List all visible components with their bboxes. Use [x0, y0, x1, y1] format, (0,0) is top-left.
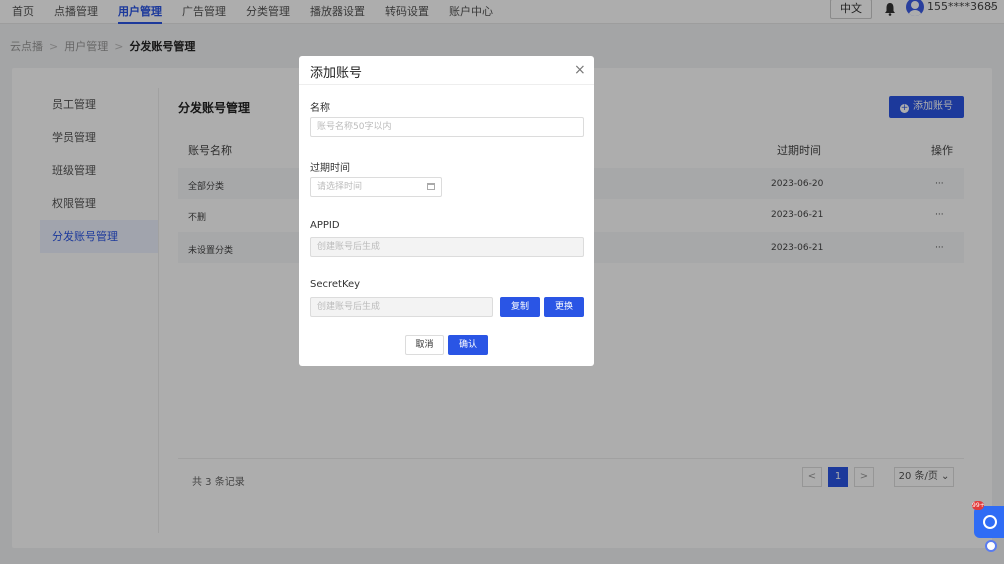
add-account-dialog: 添加账号 × 名称 账号名称50字以内 过期时间 请选择时间 APPID 创建账…: [299, 56, 594, 366]
assistant-logo-icon[interactable]: [985, 540, 997, 552]
notification-badge: 99+: [972, 501, 985, 510]
secretkey-input: 创建账号后生成: [310, 297, 493, 317]
dialog-title: 添加账号: [310, 66, 363, 81]
chat-icon: [983, 515, 997, 529]
expire-label: 过期时间: [310, 163, 350, 174]
appid-label: APPID: [310, 220, 340, 231]
replace-button[interactable]: 更换: [544, 297, 584, 317]
calendar-icon: [427, 183, 435, 190]
cancel-button[interactable]: 取消: [405, 335, 444, 355]
confirm-button[interactable]: 确认: [448, 335, 488, 355]
secretkey-label: SecretKey: [310, 279, 361, 290]
dialog-divider: [299, 84, 594, 85]
appid-input: 创建账号后生成: [310, 237, 584, 257]
expire-date-picker[interactable]: 请选择时间: [310, 177, 442, 197]
copy-button[interactable]: 复制: [500, 297, 540, 317]
close-icon[interactable]: ×: [574, 62, 586, 78]
expire-placeholder: 请选择时间: [317, 182, 363, 192]
name-input[interactable]: 账号名称50字以内: [310, 117, 584, 137]
chat-widget-button[interactable]: 99+: [972, 501, 1004, 538]
name-label: 名称: [310, 103, 330, 114]
